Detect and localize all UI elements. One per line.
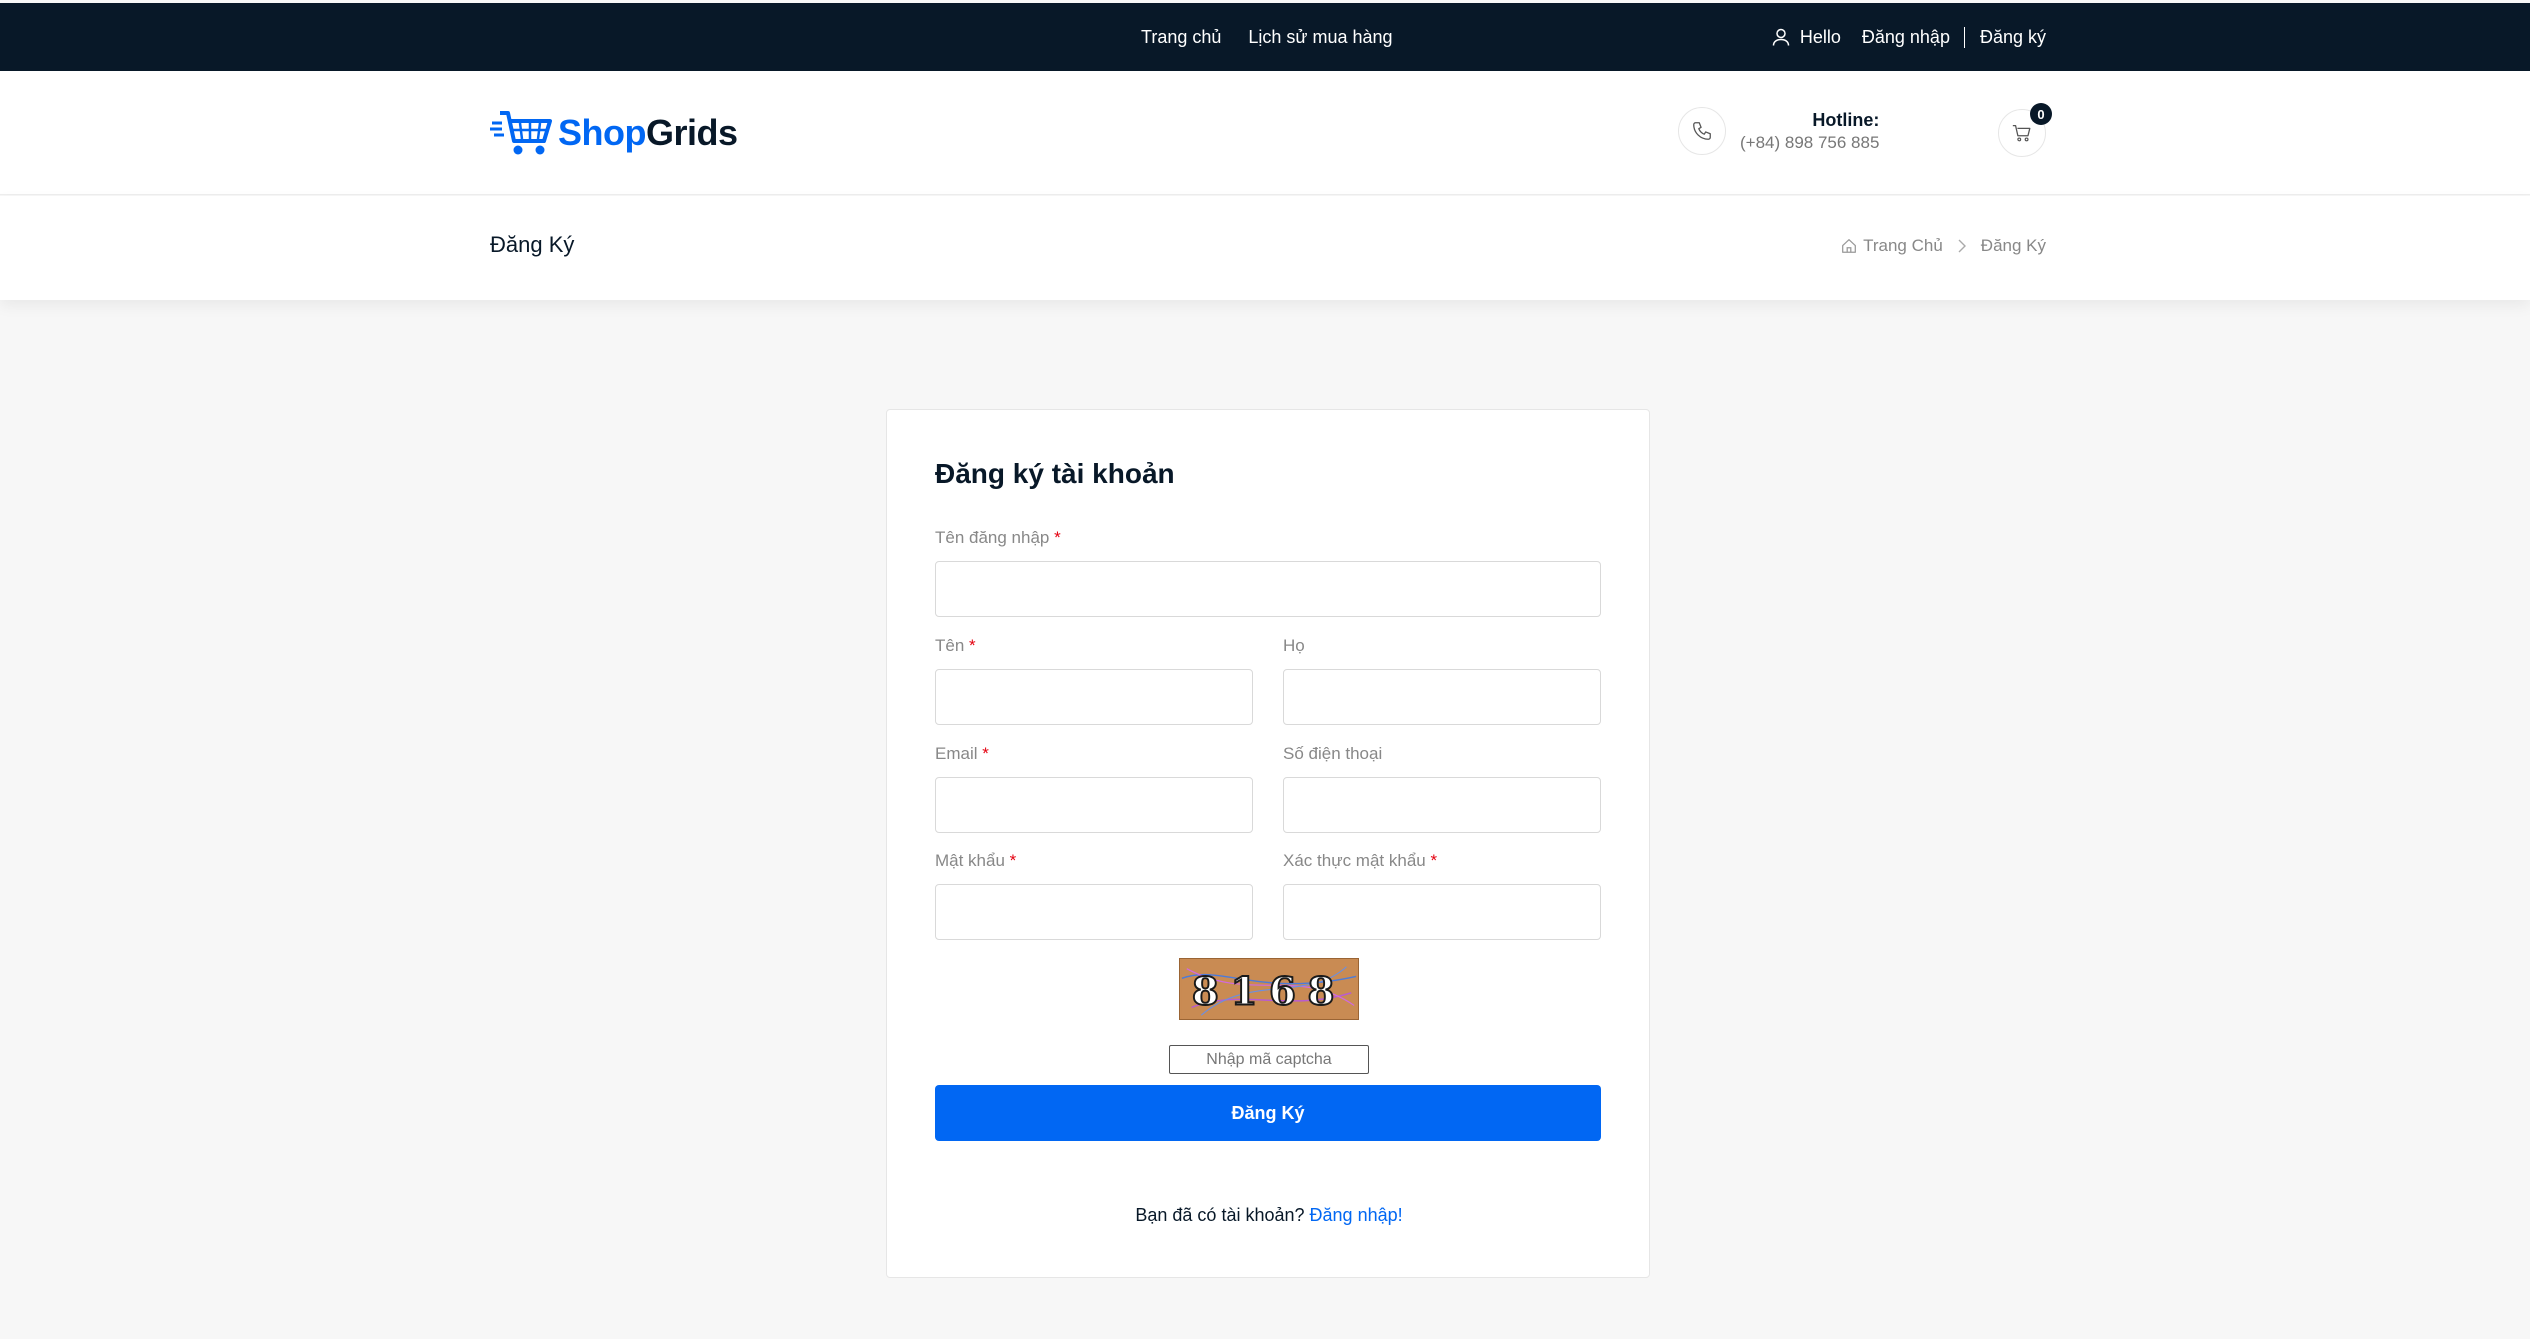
captcha-input[interactable] (1169, 1045, 1369, 1074)
breadcrumb-bar: Đăng Ký Trang Chủ Đăng Ký (0, 196, 2530, 300)
brand-grids: Grids (645, 112, 738, 153)
nav-link-order-history[interactable]: Lịch sử mua hàng (1248, 27, 1392, 48)
password-input[interactable] (935, 884, 1253, 940)
cart-icon (2012, 125, 2031, 142)
phone-icon (1693, 122, 1711, 140)
required-mark: * (982, 744, 989, 763)
brand-shop: Shop (558, 112, 646, 153)
breadcrumb-home-link[interactable]: Trang Chủ (1863, 236, 1943, 256)
breadcrumb-current: Đăng Ký (1980, 236, 2046, 255)
required-mark: * (1054, 528, 1061, 547)
confirm-password-input[interactable] (1283, 884, 1601, 940)
first-name-input[interactable] (935, 669, 1253, 725)
username-label: Tên đăng nhập * (935, 528, 1061, 547)
confirm-password-label: Xác thực mật khẩu * (1283, 851, 1438, 870)
nav-link-home[interactable]: Trang chủ (1141, 27, 1221, 48)
register-link[interactable]: Đăng ký (1980, 27, 2046, 48)
captcha-image: 8168 (1179, 958, 1359, 1020)
email-label: Email * (935, 744, 989, 763)
hotline-number: (+84) 898 756 885 (1740, 132, 1880, 152)
login-link[interactable]: Đăng nhập (1862, 26, 1965, 48)
first-name-label: Tên * (935, 636, 976, 655)
topbar: Trang chủ Lịch sử mua hàng Hello Đăng nh… (0, 3, 2530, 71)
header: ShopGrids Hotline: (+84) 898 756 885 0 (0, 71, 2530, 195)
form-title: Đăng ký tài khoản (935, 458, 1175, 489)
user-menu: Hello Đăng nhập Đăng ký (1771, 3, 2046, 71)
required-mark: * (1430, 851, 1438, 870)
chevron-right-icon (1958, 239, 1966, 253)
phone-icon-circle (1678, 107, 1726, 155)
phone-input[interactable] (1283, 777, 1601, 833)
logo[interactable]: ShopGrids (490, 109, 738, 157)
phone-label: Số điện thoại (1283, 744, 1383, 763)
hotline: Hotline: (+84) 898 756 885 (1678, 107, 1879, 155)
breadcrumb: Trang Chủ Đăng Ký (1840, 236, 2046, 256)
have-account-text: Bạn đã có tài khoản? Đăng nhập! (1135, 1205, 1403, 1225)
top-nav: Trang chủ Lịch sử mua hàng (1141, 3, 1393, 71)
register-card: Đăng ký tài khoản Tên đăng nhập * Tên * … (886, 409, 1650, 1278)
cart-logo-icon (490, 111, 552, 155)
password-label: Mật khẩu * (935, 851, 1017, 870)
username-input[interactable] (935, 561, 1601, 617)
home-icon (1842, 239, 1857, 253)
brand-name: ShopGrids (558, 112, 738, 154)
email-input[interactable] (935, 777, 1253, 833)
hotline-label: Hotline: (1812, 109, 1880, 130)
required-mark: * (1009, 851, 1017, 870)
last-name-label: Họ (1283, 636, 1305, 655)
login-link-bottom[interactable]: Đăng nhập! (1310, 1205, 1403, 1225)
captcha-code: 8168 (1192, 969, 1346, 1014)
user-icon (1772, 28, 1790, 46)
last-name-input[interactable] (1283, 669, 1601, 725)
hello-text: Hello (1799, 26, 1841, 47)
required-mark: * (969, 636, 976, 655)
page-title: Đăng Ký (490, 232, 575, 257)
register-submit-button[interactable]: Đăng Ký (935, 1085, 1601, 1141)
cart-count-badge: 0 (2030, 103, 2052, 125)
